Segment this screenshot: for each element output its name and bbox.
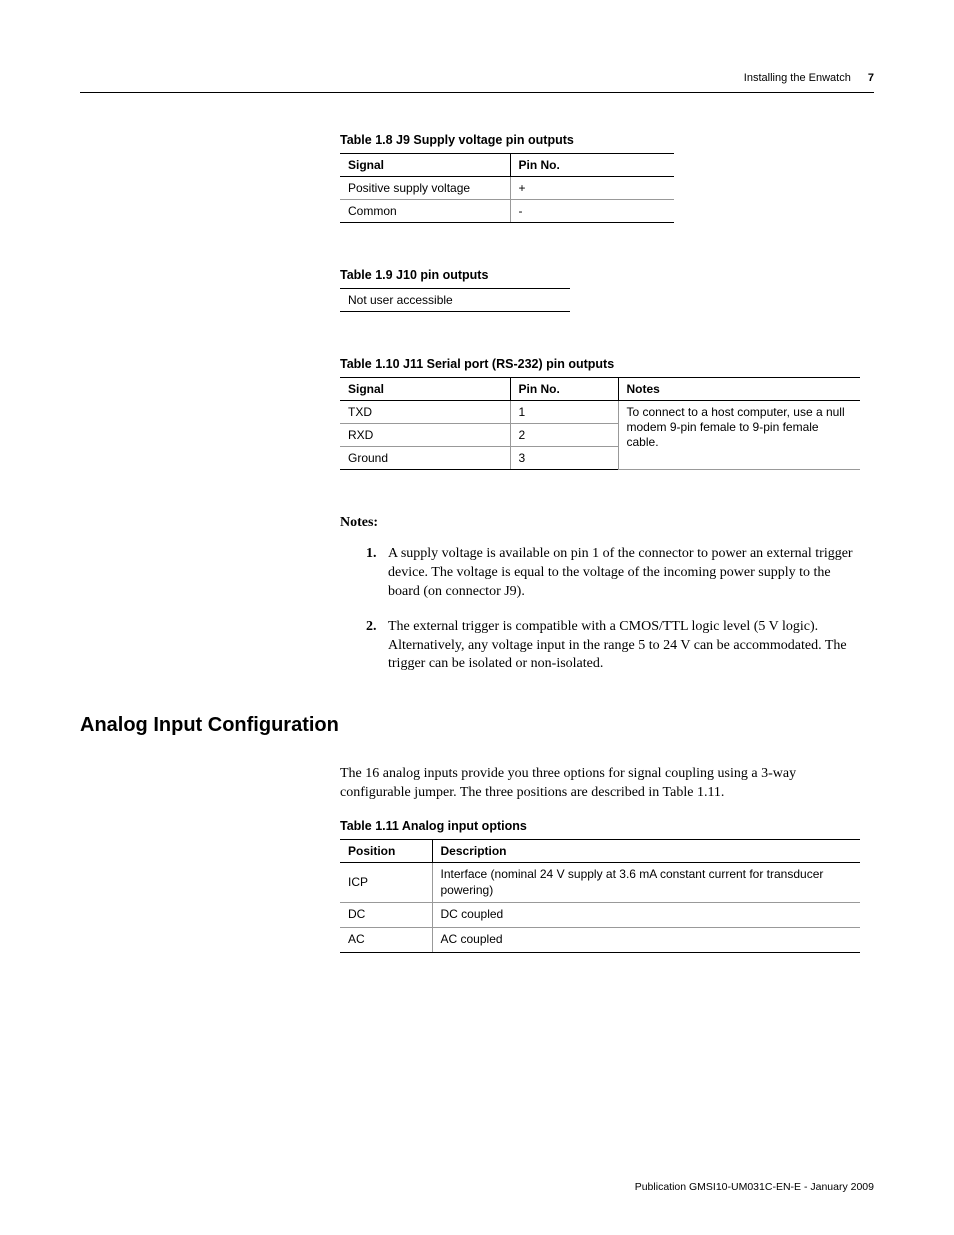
table-header: Notes	[618, 378, 860, 401]
table-cell: RXD	[340, 424, 510, 447]
section-body: The 16 analog inputs provide you three o…	[340, 765, 860, 803]
notes-list: 1. A supply voltage is available on pin …	[368, 545, 860, 674]
table-cell: DC coupled	[432, 903, 860, 928]
notes-label: Notes:	[340, 515, 860, 531]
table-cell: TXD	[340, 401, 510, 424]
table-1-8-caption: Table 1.8 J9 Supply voltage pin outputs	[340, 133, 860, 147]
table-1-9-caption: Table 1.9 J10 pin outputs	[340, 268, 860, 282]
table-1-9: Not user accessible	[340, 288, 570, 312]
footer-publication: Publication GMSI10-UM031C-EN-E - January…	[635, 1181, 874, 1193]
table-cell: DC	[340, 903, 432, 928]
table-cell: -	[510, 200, 674, 223]
table-row: Positive supply voltage +	[340, 177, 674, 200]
table-cell: Common	[340, 200, 510, 223]
note-number: 2.	[366, 618, 377, 637]
table-cell-notes: To connect to a host computer, use a nul…	[618, 401, 860, 470]
note-item: 1. A supply voltage is available on pin …	[368, 545, 860, 602]
table-cell: Ground	[340, 447, 510, 470]
header-rule	[80, 92, 874, 93]
note-item: 2. The external trigger is compatible wi…	[368, 618, 860, 675]
table-header: Signal	[340, 378, 510, 401]
note-number: 1.	[366, 545, 377, 564]
table-1-10-caption: Table 1.10 J11 Serial port (RS-232) pin …	[340, 357, 860, 371]
note-text: A supply voltage is available on pin 1 o…	[388, 546, 853, 599]
page-number: 7	[868, 72, 874, 84]
table-1-11-caption: Table 1.11 Analog input options	[340, 819, 860, 833]
section-heading: Analog Input Configuration	[80, 714, 874, 737]
table-1-8: Signal Pin No. Positive supply voltage +…	[340, 153, 674, 223]
table-cell: +	[510, 177, 674, 200]
table-cell: Positive supply voltage	[340, 177, 510, 200]
table-cell: 2	[510, 424, 618, 447]
running-header: Installing the Enwatch 7	[80, 72, 874, 84]
table-row: ICP Interface (nominal 24 V supply at 3.…	[340, 863, 860, 903]
table-row: TXD 1 To connect to a host computer, use…	[340, 401, 860, 424]
table-cell: AC coupled	[432, 927, 860, 952]
table-row: DC DC coupled	[340, 903, 860, 928]
table-header: Pin No.	[510, 378, 618, 401]
table-1-11: Position Description ICP Interface (nomi…	[340, 839, 860, 952]
table-header: Description	[432, 840, 860, 863]
table-header: Pin No.	[510, 154, 674, 177]
table-1-10: Signal Pin No. Notes TXD 1 To connect to…	[340, 377, 860, 470]
table-header: Signal	[340, 154, 510, 177]
table-header: Position	[340, 840, 432, 863]
note-text: The external trigger is compatible with …	[388, 619, 847, 672]
running-title: Installing the Enwatch	[744, 72, 851, 84]
table-row: Common -	[340, 200, 674, 223]
table-row: AC AC coupled	[340, 927, 860, 952]
table-cell: 1	[510, 401, 618, 424]
table-cell: Not user accessible	[340, 289, 570, 312]
table-cell: ICP	[340, 863, 432, 903]
table-cell: 3	[510, 447, 618, 470]
table-cell: Interface (nominal 24 V supply at 3.6 mA…	[432, 863, 860, 903]
table-cell: AC	[340, 927, 432, 952]
